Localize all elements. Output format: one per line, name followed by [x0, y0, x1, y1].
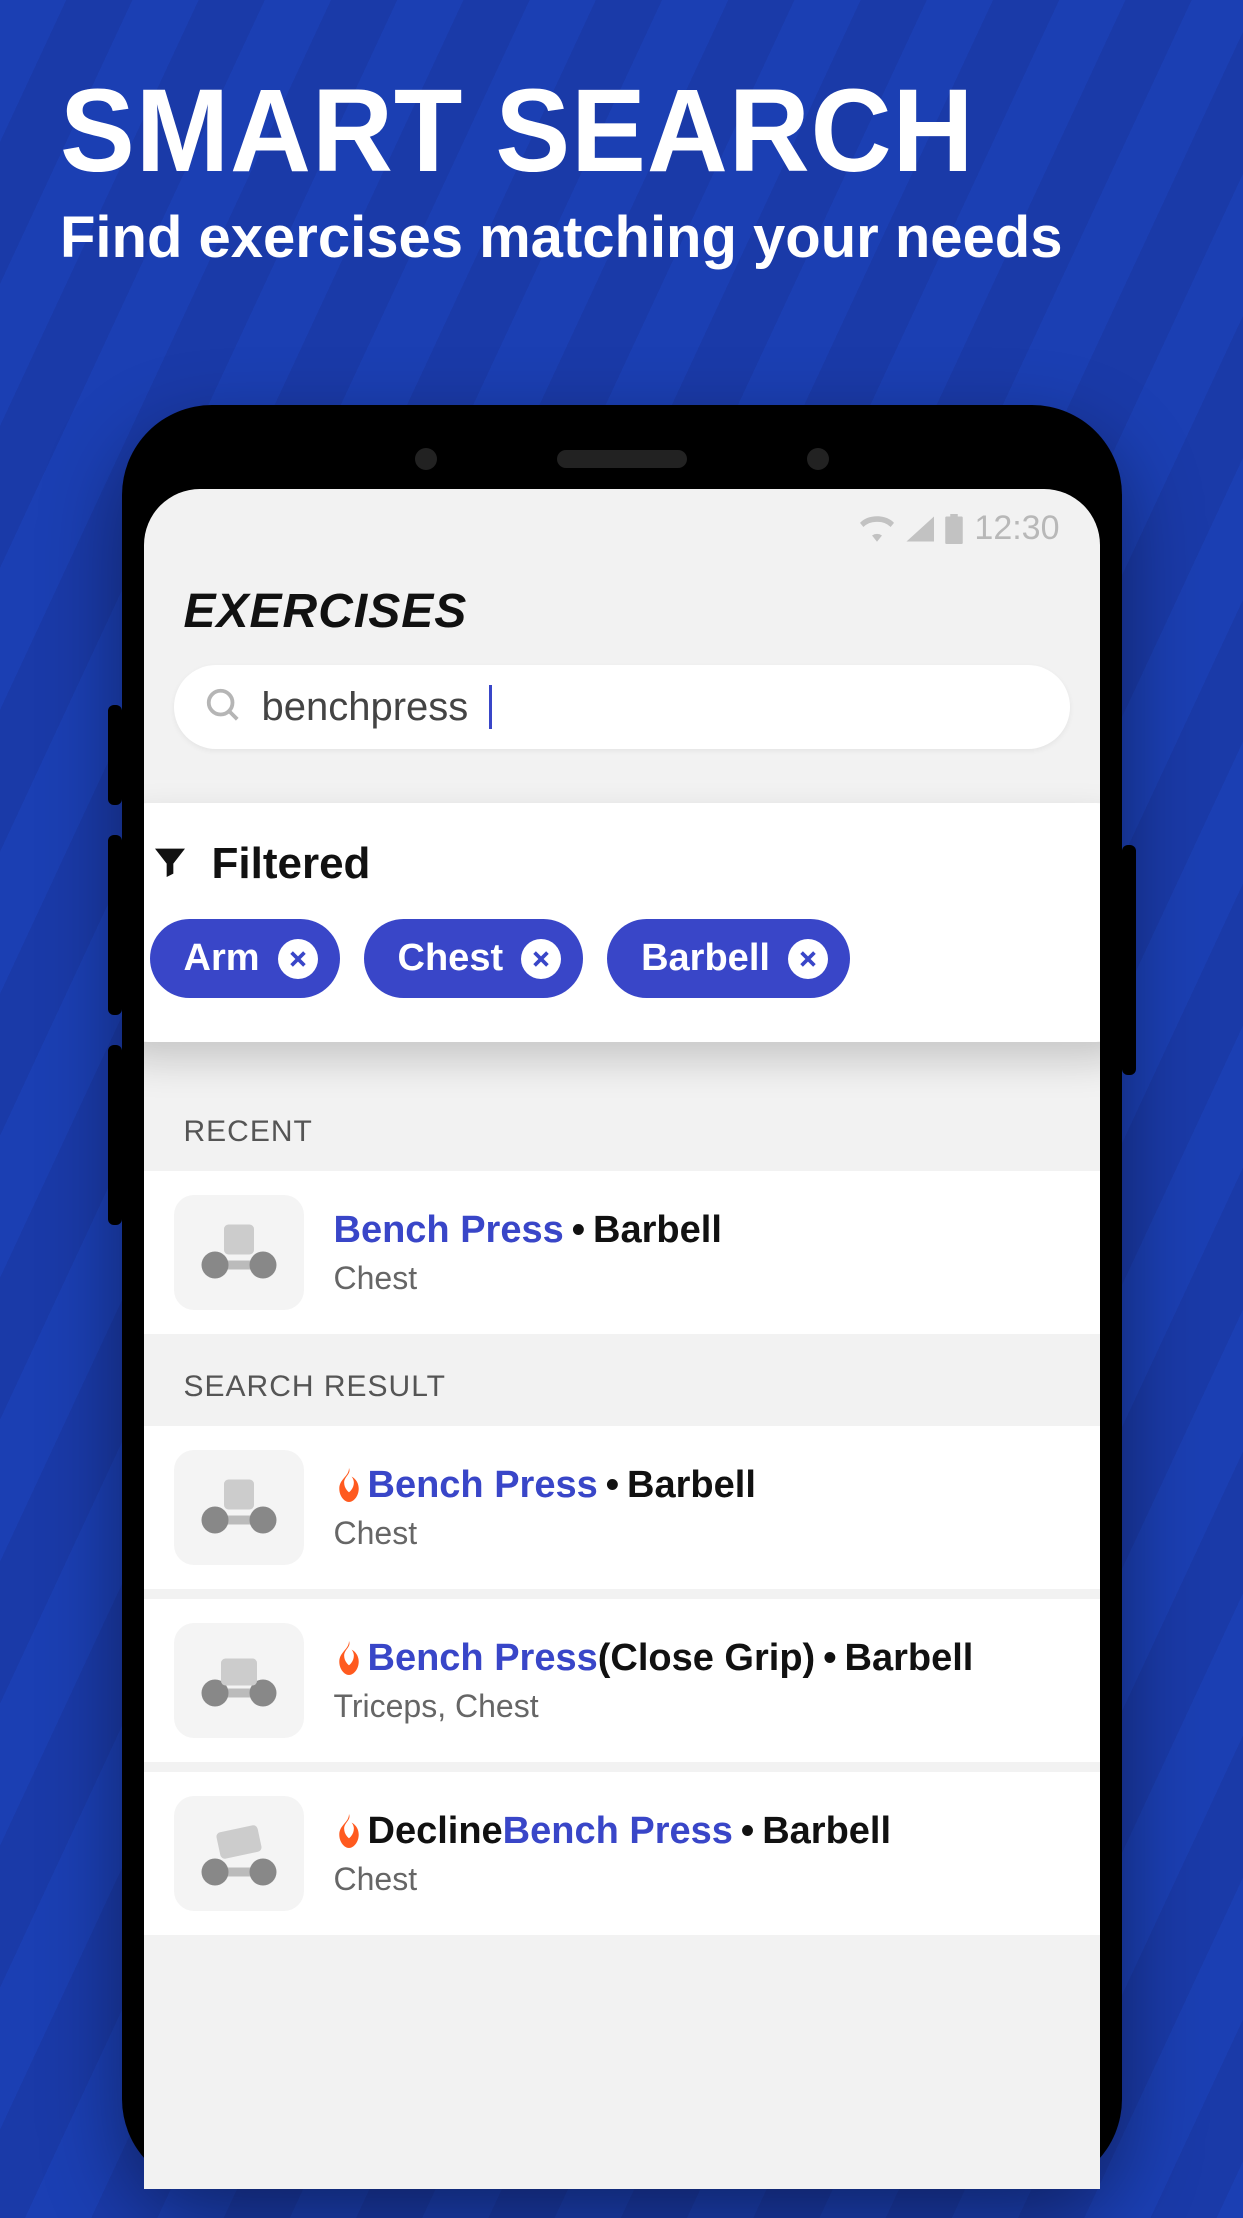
- flame-icon: [334, 1468, 364, 1502]
- exercise-name-highlight: Bench Press: [503, 1810, 733, 1853]
- exercise-equipment: Barbell: [845, 1637, 974, 1680]
- exercise-text: Bench Press•Barbell Chest: [334, 1209, 722, 1297]
- phone-side-button: [108, 705, 122, 805]
- exercise-thumbnail: [174, 1796, 304, 1911]
- exercise-text: Bench Press(Close Grip) • Barbell Tricep…: [334, 1637, 974, 1725]
- phone-side-button: [1122, 845, 1136, 1075]
- filter-chips: Arm Chest Barbell: [150, 919, 1094, 998]
- search-value: benchpress: [262, 685, 469, 730]
- filter-chip-arm[interactable]: Arm: [150, 919, 340, 998]
- wifi-icon: [860, 516, 894, 542]
- exercise-row[interactable]: Bench Press • Barbell Chest: [144, 1426, 1100, 1599]
- exercise-row[interactable]: Decline Bench Press • Barbell Chest: [144, 1772, 1100, 1945]
- exercise-name-highlight: Bench Press: [334, 1209, 564, 1252]
- separator-dot: •: [606, 1464, 619, 1507]
- filter-chip-chest[interactable]: Chest: [364, 919, 584, 998]
- filter-chip-barbell[interactable]: Barbell: [607, 919, 850, 998]
- search-icon: [204, 686, 242, 729]
- exercise-muscle: Chest: [334, 1861, 892, 1898]
- exercise-text: Bench Press • Barbell Chest: [334, 1464, 756, 1552]
- signal-icon: [904, 516, 934, 542]
- separator-dot: •: [572, 1209, 585, 1252]
- exercise-name-highlight: Bench Press: [368, 1464, 598, 1507]
- promo-subtitle: Find exercises matching your needs: [60, 204, 1183, 271]
- filter-title: Filtered: [212, 839, 371, 889]
- exercise-thumbnail: [174, 1623, 304, 1738]
- section-results-label: SEARCH RESULT: [144, 1344, 1100, 1426]
- separator-dot: •: [741, 1810, 754, 1853]
- flame-icon: [334, 1641, 364, 1675]
- page-title: EXERCISES: [144, 554, 1100, 665]
- promo-title: SMART SEARCH: [60, 70, 1127, 194]
- phone-screen: 12:30 EXERCISES benchpress Filtered Arm: [144, 489, 1100, 2189]
- flame-icon: [334, 1814, 364, 1848]
- close-icon[interactable]: [278, 939, 318, 979]
- battery-icon: [944, 514, 964, 544]
- text-cursor: [489, 685, 492, 729]
- exercise-equipment: Barbell: [593, 1209, 722, 1252]
- status-time: 12:30: [974, 509, 1059, 548]
- exercise-muscle: Chest: [334, 1515, 756, 1552]
- exercise-equipment: Barbell: [627, 1464, 756, 1507]
- phone-frame: 12:30 EXERCISES benchpress Filtered Arm: [122, 405, 1122, 2189]
- exercise-thumbnail: [174, 1195, 304, 1310]
- status-bar: 12:30: [144, 489, 1100, 554]
- phone-side-button: [108, 835, 122, 1015]
- exercise-equipment: Barbell: [762, 1810, 891, 1853]
- exercise-name-highlight: Bench Press: [368, 1637, 598, 1680]
- exercise-name-prefix: Decline: [368, 1810, 503, 1853]
- phone-notch: [144, 429, 1100, 489]
- exercise-row[interactable]: Bench Press•Barbell Chest: [144, 1171, 1100, 1344]
- exercise-muscle: Triceps, Chest: [334, 1688, 974, 1725]
- chip-label: Chest: [398, 937, 504, 980]
- section-recent-label: RECENT: [144, 1089, 1100, 1171]
- exercise-muscle: Chest: [334, 1260, 722, 1297]
- exercise-name-suffix: (Close Grip): [598, 1637, 815, 1680]
- exercise-thumbnail: [174, 1450, 304, 1565]
- close-icon[interactable]: [521, 939, 561, 979]
- chip-label: Arm: [184, 937, 260, 980]
- exercise-text: Decline Bench Press • Barbell Chest: [334, 1810, 892, 1898]
- promo-header: SMART SEARCH Find exercises matching you…: [0, 0, 1243, 271]
- chip-label: Barbell: [641, 937, 770, 980]
- close-icon[interactable]: [788, 939, 828, 979]
- separator-dot: •: [823, 1637, 836, 1680]
- filter-card: Filtered Arm Chest Barbell: [144, 803, 1100, 1042]
- filter-icon: [150, 842, 190, 887]
- phone-side-button: [108, 1045, 122, 1225]
- search-input[interactable]: benchpress: [174, 665, 1070, 749]
- results-area: RECENT Bench Press•Barbell Chest SEARCH …: [144, 1089, 1100, 1945]
- exercise-row[interactable]: Bench Press(Close Grip) • Barbell Tricep…: [144, 1599, 1100, 1772]
